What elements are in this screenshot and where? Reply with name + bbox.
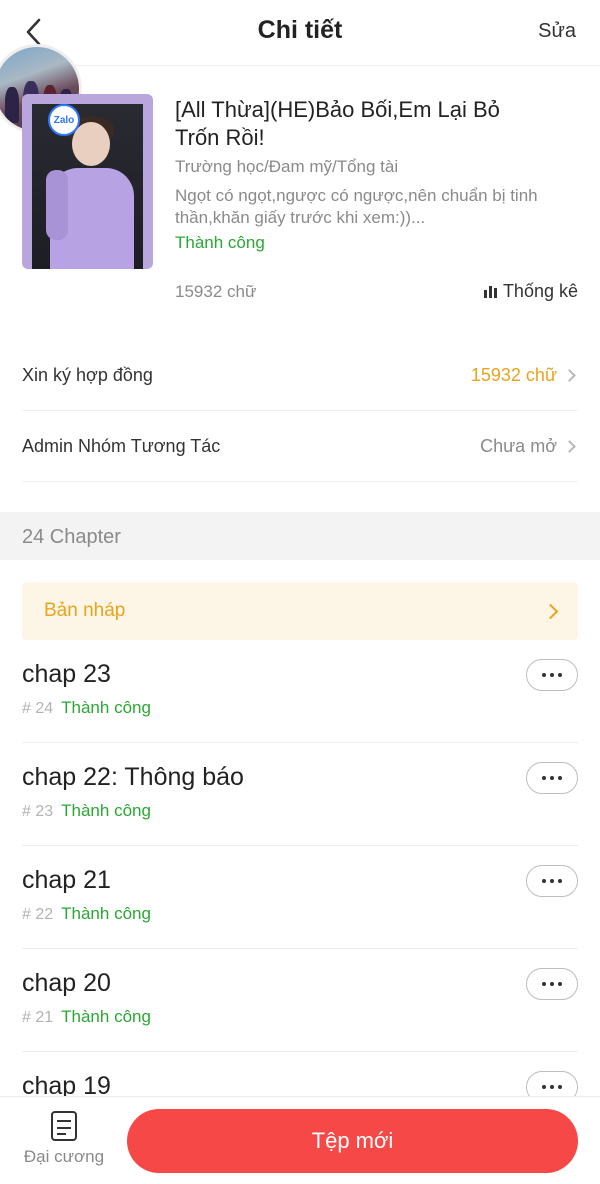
- chevron-right-icon: [563, 440, 576, 453]
- new-file-button[interactable]: Tệp mới: [127, 1109, 578, 1173]
- chapter-status: Thành công: [61, 801, 151, 820]
- admin-group-label: Admin Nhóm Tương Tác: [22, 436, 221, 456]
- chapter-number: # 23: [22, 803, 54, 820]
- cover-image: [32, 104, 143, 269]
- draft-row[interactable]: Bản nháp: [22, 582, 578, 640]
- bar-chart-icon: [483, 285, 497, 298]
- chapter-number: # 21: [22, 1009, 54, 1026]
- edit-button[interactable]: Sửa: [538, 20, 576, 43]
- chapters-section-header: 24 Chapter: [0, 512, 600, 560]
- contract-label: Xin ký hợp đồng: [22, 365, 153, 385]
- book-description: Ngọt có ngọt,ngược có ngược,nên chuẩn bị…: [175, 186, 538, 227]
- chapter-title: chap 22: Thông báo: [22, 763, 244, 791]
- outline-button[interactable]: Đại cương: [18, 1111, 110, 1177]
- book-cover[interactable]: [22, 94, 153, 269]
- stats-label: Thống kê: [502, 281, 578, 301]
- more-options-button[interactable]: [526, 659, 578, 691]
- book-title: [All Thừa](HE)Bảo Bối,Em Lại Bỏ Trốn Rồi…: [175, 97, 500, 150]
- top-header: Chi tiết Sửa: [0, 0, 600, 66]
- chapter-status: Thành công: [61, 1007, 151, 1026]
- draft-label: Bản nháp: [44, 600, 126, 621]
- chapter-item[interactable]: chap 20 # 21 Thành công: [22, 949, 578, 1052]
- chevron-right-icon: [542, 603, 559, 619]
- page-title: Chi tiết: [257, 16, 343, 44]
- chapter-item[interactable]: chap 23 # 24 Thành công: [22, 640, 578, 743]
- stats-link[interactable]: Thống kê: [483, 281, 578, 302]
- chapter-number: # 24: [22, 700, 54, 717]
- chapter-count: 24 Chapter: [22, 526, 121, 548]
- zalo-badge-icon: Zalo: [48, 104, 80, 136]
- book-tags: Trường học/Đam mỹ/Tổng tài: [175, 157, 399, 176]
- more-options-button[interactable]: [526, 865, 578, 897]
- chapter-number: # 22: [22, 906, 54, 923]
- contract-row[interactable]: Xin ký hợp đồng 15932 chữ: [22, 341, 578, 411]
- chapter-status: Thành công: [61, 904, 151, 923]
- outline-label: Đại cương: [23, 1147, 105, 1166]
- chevron-right-icon: [563, 369, 576, 382]
- word-count: 15932 chữ: [175, 282, 257, 301]
- bottom-bar: Đại cương Tệp mới: [0, 1096, 600, 1184]
- document-icon: [51, 1111, 77, 1141]
- more-options-button[interactable]: [526, 968, 578, 1000]
- contract-value: 15932 chữ: [470, 365, 557, 385]
- chapter-status: Thành công: [61, 698, 151, 717]
- more-options-button[interactable]: [526, 762, 578, 794]
- chapter-item[interactable]: chap 21 # 22 Thành công: [22, 846, 578, 949]
- admin-group-value: Chưa mở: [480, 436, 557, 456]
- chapter-title: chap 20: [22, 969, 111, 997]
- chapter-title: chap 23: [22, 660, 111, 688]
- book-status: Thành công: [175, 233, 265, 252]
- chapter-title: chap 21: [22, 866, 111, 894]
- chapter-item[interactable]: chap 22: Thông báo # 23 Thành công: [22, 743, 578, 846]
- admin-group-row[interactable]: Admin Nhóm Tương Tác Chưa mở: [22, 412, 578, 482]
